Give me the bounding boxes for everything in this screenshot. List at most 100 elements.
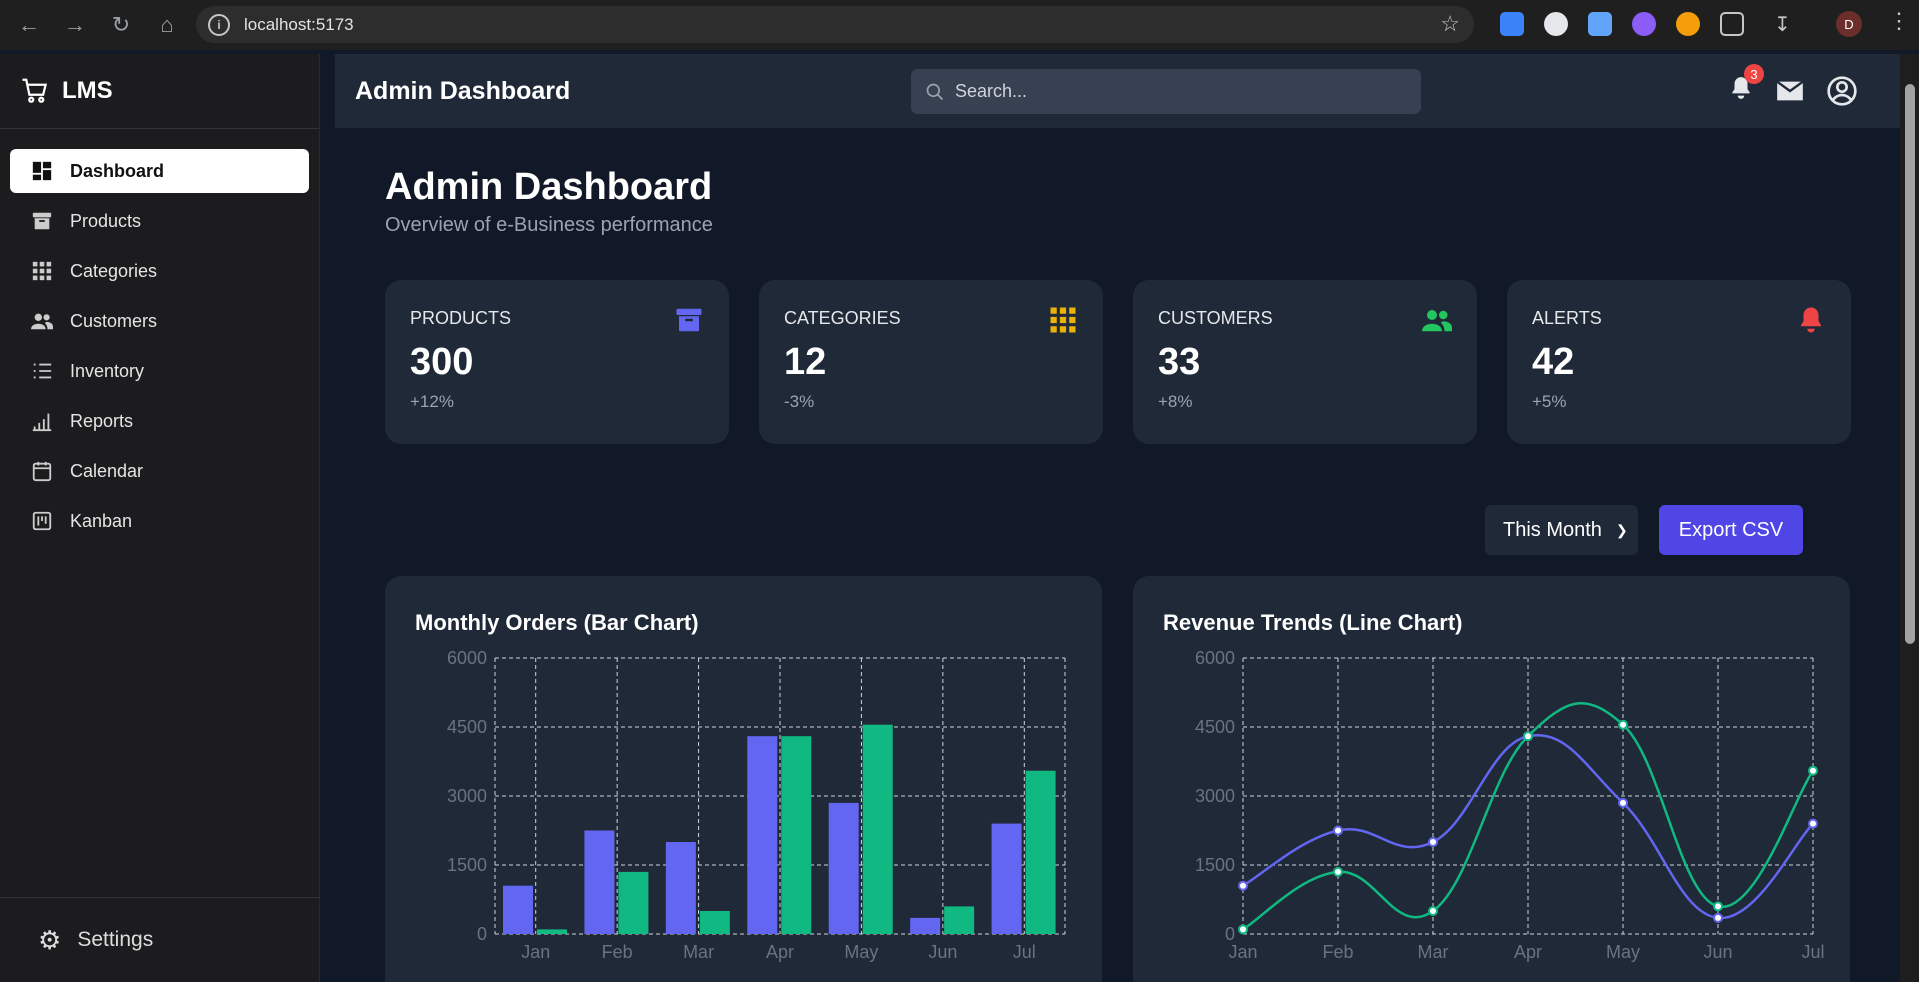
period-select[interactable]: This Month ❯ <box>1485 505 1638 555</box>
list-icon <box>30 359 54 383</box>
stat-card-products: PRODUCTS 300 +12% <box>385 280 729 444</box>
kanban-icon <box>30 509 54 533</box>
y-tick-label: 1500 <box>447 855 487 875</box>
sidebar-item-label: Customers <box>70 310 158 331</box>
stat-card-change: +8% <box>1158 392 1193 411</box>
settings-label: Settings <box>77 928 154 951</box>
scrollbar-thumb[interactable] <box>1905 84 1915 644</box>
stat-card-value: 12 <box>784 341 827 383</box>
sidebar-item-calendar[interactable]: Calendar <box>10 449 309 493</box>
sidebar-item-reports[interactable]: Reports <box>10 399 309 443</box>
sidebar-menu: Dashboard Products Categories Customers … <box>0 129 319 569</box>
sidebar-item-dashboard[interactable]: Dashboard <box>10 149 309 193</box>
y-tick-label: 6000 <box>447 648 487 668</box>
extension-icon[interactable] <box>1632 12 1656 36</box>
sidebar-item-label: Dashboard <box>70 160 165 181</box>
stat-card-label: CUSTOMERS <box>1158 308 1273 328</box>
extensions-puzzle-icon[interactable] <box>1720 12 1744 36</box>
x-tick-label: Jul <box>1801 942 1824 962</box>
user-circle-icon[interactable] <box>1826 75 1858 107</box>
archive-icon <box>30 209 54 233</box>
url-text[interactable]: localhost:5173 <box>244 15 354 35</box>
bar <box>991 823 1022 934</box>
bar <box>828 802 859 934</box>
browser-toolbar: ← → ↻ ⌂ i localhost:5173 ☆ ↧ D ⋮ <box>0 0 1919 50</box>
search-input[interactable] <box>955 81 1395 102</box>
bar <box>537 929 567 934</box>
sidebar-item-categories[interactable]: Categories <box>10 249 309 293</box>
extensions-bar: ↧ <box>1500 12 1798 36</box>
x-tick-label: Feb <box>1322 942 1353 962</box>
archive-icon <box>676 308 702 332</box>
data-point <box>1238 880 1248 891</box>
stat-card-alerts: ALERTS 42 +5% <box>1507 280 1851 444</box>
home-icon[interactable]: ⌂ <box>154 12 180 38</box>
back-icon[interactable]: ← <box>16 12 42 38</box>
data-point <box>1428 906 1438 916</box>
topbar-actions: 3 <box>1728 64 1858 107</box>
cart-icon <box>22 78 48 103</box>
x-tick-label: Jun <box>928 942 957 962</box>
chart-title: Monthly Orders (Bar Chart) <box>415 610 699 635</box>
x-tick-label: Mar <box>1418 942 1449 962</box>
address-bar[interactable]: i localhost:5173 ☆ <box>196 6 1474 43</box>
grid-icon <box>30 259 54 283</box>
data-point <box>1238 924 1248 935</box>
bar-chart: 0 1500 3000 4500 6000 Jan Feb Mar Apr May Jun Jul <box>447 648 1066 962</box>
sidebar-item-products[interactable]: Products <box>10 199 309 243</box>
brand[interactable]: LMS <box>0 54 319 129</box>
sidebar-item-label: Inventory <box>70 360 145 381</box>
users-icon <box>1422 310 1452 332</box>
export-csv-button[interactable]: Export CSV <box>1659 505 1803 555</box>
sidebar-item-customers[interactable]: Customers <box>10 299 309 343</box>
gear-icon: ⚙ <box>38 924 62 955</box>
stat-card-change: +12% <box>410 392 454 411</box>
x-tick-label: Jun <box>1703 942 1732 962</box>
extension-icon[interactable] <box>1544 12 1568 36</box>
site-info-icon[interactable]: i <box>208 13 230 36</box>
profile-avatar[interactable]: D <box>1836 11 1862 37</box>
chevron-down-icon: ❯ <box>1615 521 1628 538</box>
bar <box>747 736 778 934</box>
bar <box>781 736 812 934</box>
sidebar-item-kanban[interactable]: Kanban <box>10 499 309 543</box>
forward-icon[interactable]: → <box>62 12 88 38</box>
data-point <box>1618 797 1628 808</box>
stat-card-value: 33 <box>1158 341 1201 383</box>
extension-icon[interactable] <box>1588 12 1612 36</box>
page-subtitle: Overview of e-Business performance <box>385 214 713 236</box>
bar <box>862 724 893 934</box>
bell-icon <box>1801 307 1821 333</box>
topbar-title: Admin Dashboard <box>355 76 571 105</box>
extension-icon[interactable] <box>1676 12 1700 36</box>
mail-icon[interactable] <box>1776 79 1804 103</box>
bar <box>584 830 615 934</box>
settings-link[interactable]: ⚙ Settings <box>0 897 320 982</box>
download-icon[interactable]: ↧ <box>1774 12 1798 36</box>
users-icon <box>30 309 54 333</box>
bookmark-star-icon[interactable]: ☆ <box>1440 11 1460 37</box>
search-box[interactable] <box>911 69 1421 114</box>
chart-title: Revenue Trends (Line Chart) <box>1163 610 1463 635</box>
sidebar-item-label: Calendar <box>70 460 144 481</box>
y-tick-label: 1500 <box>1195 855 1235 875</box>
stat-card-change: +5% <box>1532 392 1567 411</box>
x-tick-label: Mar <box>683 942 714 962</box>
stat-card-value: 300 <box>410 341 474 383</box>
page-title: Admin Dashboard <box>385 166 713 208</box>
y-tick-label: 4500 <box>447 717 487 737</box>
notifications-button[interactable]: 3 <box>1728 64 1764 107</box>
stat-card-categories: CATEGORIES 12 -3% <box>759 280 1103 444</box>
brand-name: LMS <box>62 77 113 104</box>
data-point <box>1713 901 1723 912</box>
page-scrollbar[interactable] <box>1900 54 1919 982</box>
y-tick-label: 4500 <box>1195 717 1235 737</box>
reload-icon[interactable]: ↻ <box>108 12 134 38</box>
line-chart: 0 1500 3000 4500 6000 Jan Feb Mar Apr May Jun Jul <box>1195 648 1825 962</box>
bar <box>618 871 649 934</box>
sidebar-item-inventory[interactable]: Inventory <box>10 349 309 393</box>
extension-icon[interactable] <box>1500 12 1524 36</box>
data-point <box>1808 765 1818 776</box>
bar-chart-panel: Monthly Orders (Bar Chart) 0 1500 3000 4500… <box>385 576 1102 982</box>
browser-menu-icon[interactable]: ⋮ <box>1888 8 1910 34</box>
